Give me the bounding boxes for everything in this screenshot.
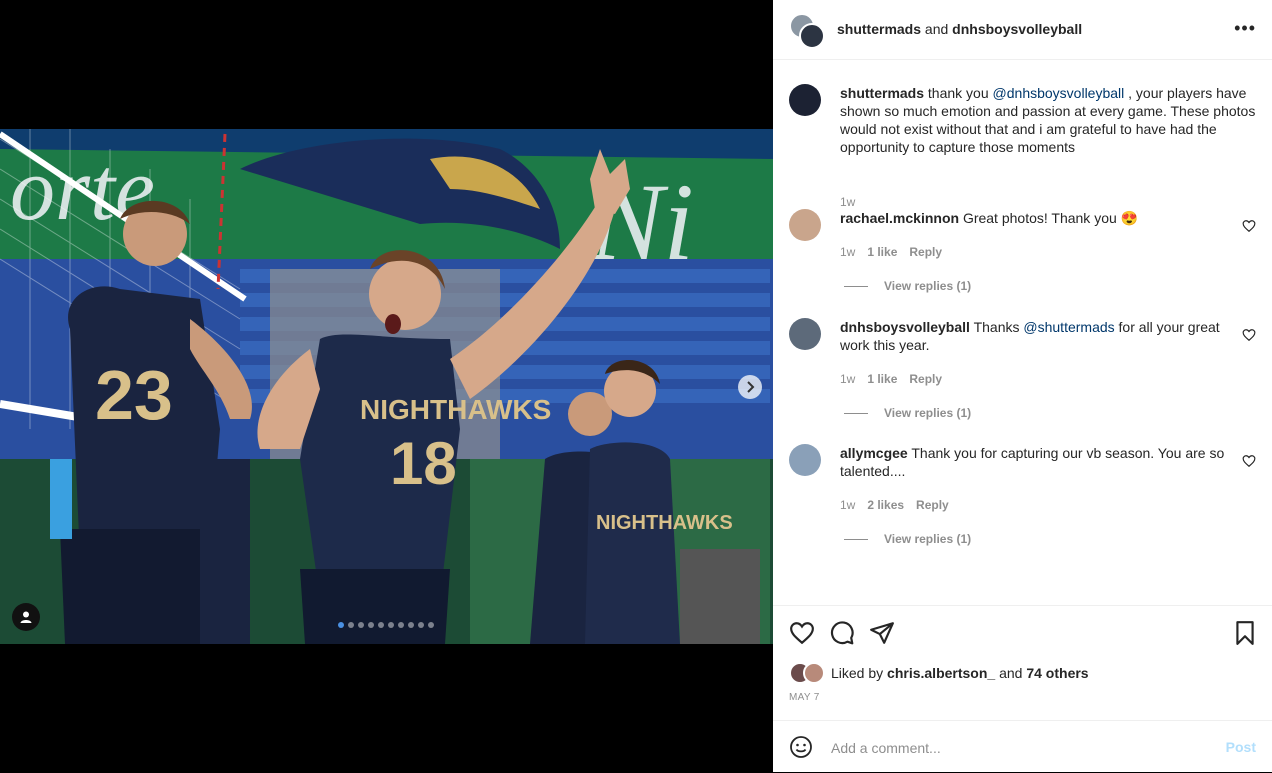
emoji-icon[interactable] (789, 735, 813, 759)
likes-others-link[interactable]: 74 others (1026, 665, 1088, 681)
tagged-users-button[interactable] (12, 603, 40, 631)
author-link[interactable]: dnhsboysvolleyball (952, 21, 1082, 37)
share-icon[interactable] (869, 620, 895, 646)
comment-time[interactable]: 1w (840, 498, 855, 512)
comment-likes[interactable]: 1 like (867, 245, 897, 259)
comments-list: shuttermads thank you @dnhsboysvolleybal… (773, 60, 1272, 605)
comment-body: Thanks (973, 319, 1020, 335)
avatar[interactable] (789, 318, 821, 350)
likes-summary: Liked by chris.albertson_ and 74 others (789, 662, 1089, 684)
post-photo[interactable]: orte Ni (0, 129, 773, 644)
chevron-right-icon (747, 381, 755, 393)
carousel-dot (388, 622, 394, 628)
caption-mention[interactable]: @dnhsboysvolleyball (993, 85, 1125, 101)
volleyball-photo: orte Ni (0, 129, 773, 644)
heart-icon[interactable] (1242, 219, 1256, 233)
comment-mention[interactable]: @shuttermads (1023, 319, 1114, 335)
heart-icon[interactable] (1242, 454, 1256, 468)
carousel-dot (358, 622, 364, 628)
liker-user-link[interactable]: chris.albertson_ (887, 665, 995, 681)
author-avatars[interactable] (789, 13, 825, 49)
avatar (799, 23, 825, 49)
add-comment-bar: Post (773, 720, 1272, 773)
svg-text:18: 18 (390, 430, 457, 497)
likes-connector: and (999, 665, 1023, 681)
comment-item: allymcgee Thank you for capturing our vb… (789, 444, 1256, 546)
comment-text: rachael.mckinnon Great photos! Thank you… (840, 209, 1226, 227)
post-side-panel: shuttermads and dnhsboysvolleyball ••• s… (773, 0, 1272, 772)
replies-divider (844, 412, 868, 414)
post-actions (773, 605, 1272, 656)
more-options-icon[interactable]: ••• (1234, 18, 1256, 39)
carousel-indicator (338, 622, 434, 628)
reply-button[interactable]: Reply (909, 372, 942, 386)
view-replies-label: View replies (1) (884, 532, 972, 546)
carousel-dot (408, 622, 414, 628)
replies-divider (844, 285, 868, 287)
avatar[interactable] (789, 84, 821, 116)
comment-item: dnhsboysvolleyball Thanks @shuttermads f… (789, 318, 1256, 420)
reply-button[interactable]: Reply (909, 245, 942, 259)
user-icon (20, 611, 32, 623)
post-header: shuttermads and dnhsboysvolleyball ••• (773, 0, 1272, 60)
caption-user[interactable]: shuttermads (840, 85, 924, 101)
carousel-dot (418, 622, 424, 628)
heart-icon[interactable] (1242, 328, 1256, 342)
likes-prefix: Liked by (831, 665, 884, 681)
carousel-dot (368, 622, 374, 628)
post-authors: shuttermads and dnhsboysvolleyball (837, 21, 1082, 37)
comment-likes[interactable]: 1 like (867, 372, 897, 386)
comment-time[interactable]: 1w (840, 372, 855, 386)
caption-meta: 1w (840, 195, 855, 209)
avatar[interactable] (789, 209, 821, 241)
post-caption: shuttermads thank you @dnhsboysvolleybal… (789, 84, 1256, 209)
comment-item: rachael.mckinnon Great photos! Thank you… (789, 209, 1256, 309)
avatar (803, 662, 825, 684)
caption-time[interactable]: 1w (840, 195, 855, 209)
caption-text: shuttermads thank you @dnhsboysvolleybal… (840, 84, 1256, 156)
comment-user[interactable]: rachael.mckinnon (840, 210, 959, 226)
comment-input[interactable] (829, 735, 1203, 761)
comment-meta: 1w 2 likes Reply (840, 498, 949, 512)
comment-icon[interactable] (829, 620, 855, 646)
comment-time[interactable]: 1w (840, 245, 855, 259)
authors-connector: and (924, 21, 949, 37)
reply-button[interactable]: Reply (916, 498, 949, 512)
next-photo-button[interactable] (738, 375, 762, 399)
comment-meta: 1w 1 like Reply (840, 245, 942, 259)
carousel-dot (348, 622, 354, 628)
avatar[interactable] (789, 444, 821, 476)
view-replies-button[interactable]: View replies (1) (844, 532, 971, 546)
comment-meta: 1w 1 like Reply (840, 372, 942, 386)
comment-body: Great photos! Thank you 😍 (962, 210, 1139, 226)
carousel-dot (338, 622, 344, 628)
carousel-dot (378, 622, 384, 628)
replies-divider (844, 538, 868, 540)
carousel-dot (398, 622, 404, 628)
comment-user[interactable]: dnhsboysvolleyball (840, 319, 970, 335)
view-replies-button[interactable]: View replies (1) (844, 279, 971, 293)
svg-text:NIGHTHAWKS: NIGHTHAWKS (360, 394, 551, 425)
author-link[interactable]: shuttermads (837, 21, 921, 37)
comment-user[interactable]: allymcgee (840, 445, 908, 461)
post-comment-button[interactable]: Post (1226, 739, 1256, 755)
comment-text: allymcgee Thank you for capturing our vb… (840, 444, 1226, 480)
view-replies-button[interactable]: View replies (1) (844, 406, 971, 420)
view-replies-label: View replies (1) (884, 279, 972, 293)
caption-text-part: thank you (927, 85, 989, 101)
view-replies-label: View replies (1) (884, 406, 972, 420)
bookmark-icon[interactable] (1232, 620, 1258, 646)
svg-text:23: 23 (95, 356, 173, 434)
post-media: orte Ni (0, 0, 773, 772)
carousel-dot (428, 622, 434, 628)
post-date[interactable]: MAY 7 (789, 692, 820, 703)
svg-text:NIGHTHAWKS: NIGHTHAWKS (596, 512, 733, 534)
comment-likes[interactable]: 2 likes (867, 498, 904, 512)
like-heart-icon[interactable] (789, 620, 815, 646)
comment-text: dnhsboysvolleyball Thanks @shuttermads f… (840, 318, 1226, 354)
